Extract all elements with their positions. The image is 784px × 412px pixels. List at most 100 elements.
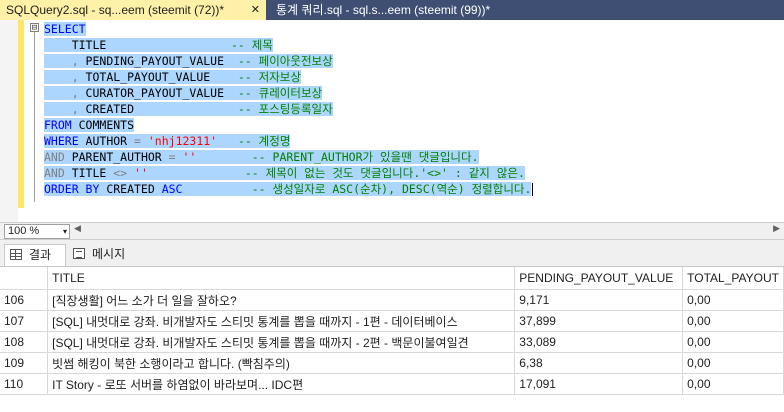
cell-title[interactable]: 빗썸 해킹이 북한 소행이라고 합니다. (빡침주의) (47, 352, 516, 374)
table-row[interactable]: 108 [SQL] 내멋대로 강좌. 비개발자도 스티밋 통계를 뽑을 때까지 … (0, 331, 784, 353)
cell-pending-payout[interactable]: 37,899 (514, 310, 684, 332)
table-row[interactable]: 106 [직장생활] 어느 소가 더 일을 잘하오? 9,171 0,00 (0, 289, 784, 311)
code-token: <> (113, 166, 135, 180)
row-number[interactable]: 109 (0, 352, 49, 374)
column-header-rownum[interactable] (0, 267, 49, 290)
code-token: PARENT_AUTHOR (71, 150, 169, 164)
selection-highlight: AND PARENT_AUTHOR = '' -- PARENT_AUTHOR가… (44, 150, 479, 164)
cell-total-payout[interactable]: 0,00 (682, 310, 784, 332)
code-token: SELECT (44, 22, 86, 36)
cell-title[interactable]: [SQL] 내멋대로 강좌. 비개발자도 스티밋 통계를 뽑을 때까지 - 1편… (47, 310, 516, 332)
code-area[interactable]: SELECT TITLE -- 제목 , PENDING_PAYOUT_VALU… (44, 21, 534, 197)
code-token: CREATED (85, 102, 238, 116)
table-row[interactable]: 109 빗썸 해킹이 북한 소행이라고 합니다. (빡침주의) 6,38 0,0… (0, 352, 784, 374)
grid-icon (10, 249, 22, 260)
zoom-dropdown[interactable]: 100 % ▾ (4, 224, 70, 239)
selection-highlight: , TOTAL_PAYOUT_VALUE -- 저자보상 (44, 70, 301, 84)
code-line[interactable]: AND TITLE <> '' -- 제목이 없는 것도 댓글입니다.'<>' … (44, 165, 533, 181)
cell-title[interactable]: [직장생활] 어느 소가 더 일을 잘하오? (47, 289, 516, 311)
tab-results-label: 결과 (29, 248, 52, 262)
code-token: '' (134, 166, 148, 180)
table-row[interactable]: 110 IT Story - 로또 서버를 하염없이 바라보며... IDC편 … (0, 373, 784, 395)
column-header-total-payout[interactable]: TOTAL_PAYOUT (682, 267, 784, 290)
code-token: TITLE (44, 38, 231, 52)
code-token: , (44, 54, 86, 68)
cell-pending-payout[interactable]: 33,089 (514, 331, 684, 353)
cell-title[interactable]: IT Story - 로또 서버를 하염없이 바라보며... IDC편 (47, 373, 516, 395)
row-number[interactable]: 106 (0, 289, 49, 311)
tab-sqlquery2[interactable]: SQLQuery2.sql - sq...eem (steemit (72))*… (0, 0, 266, 20)
cell-pending-payout[interactable]: 6,38 (514, 352, 684, 374)
sql-editor[interactable]: ⊟ SELECT TITLE -- 제목 , PENDING_PAYOUT_VA… (0, 20, 784, 222)
editor-status-strip: 100 % ▾ ◀ ▶ (0, 222, 784, 240)
cell-total-payout[interactable]: 0,00 (682, 331, 784, 353)
results-grid[interactable]: TITLE PENDING_PAYOUT_VALUE TOTAL_PAYOUT … (0, 266, 784, 412)
outline-line (34, 32, 35, 202)
code-line[interactable]: , CURATOR_PAYOUT_VALUE -- 큐레이터보상 (44, 85, 533, 101)
code-line[interactable]: WHERE AUTHOR = 'nhj12311' -- 계정명 (44, 133, 533, 149)
close-icon[interactable]: ✕ (251, 0, 260, 20)
tab-stats-query-label: 통계 쿼리.sql - sql.s...eem (steemit (99))* (276, 3, 491, 17)
tab-stats-query[interactable]: 통계 쿼리.sql - sql.s...eem (steemit (99))* (270, 0, 510, 20)
tab-results[interactable]: 결과 (4, 244, 66, 266)
column-header-title[interactable]: TITLE (47, 267, 516, 290)
code-token: CREATED (106, 182, 162, 196)
cell-total-payout[interactable]: 0,00 (682, 352, 784, 374)
code-token: WHERE (44, 134, 86, 148)
cell-pending-payout[interactable]: 17,091 (514, 373, 684, 395)
code-line[interactable]: FROM COMMENTS (44, 117, 533, 133)
cell-pending-payout[interactable]: 9,171 (514, 289, 684, 311)
cell-total-payout[interactable]: 0,00 (682, 289, 784, 311)
collapse-icon[interactable]: ⊟ (30, 23, 39, 33)
scroll-left-icon[interactable]: ◀ (74, 224, 81, 234)
code-line[interactable]: ORDER BY CREATED ASC -- 생성일자로 ASC(순차), D… (44, 181, 534, 197)
column-header-pending-payout[interactable]: PENDING_PAYOUT_VALUE (514, 267, 684, 290)
text-caret (532, 183, 534, 196)
row-number[interactable]: 108 (0, 331, 49, 353)
tab-messages[interactable]: 메시지 (68, 244, 138, 266)
code-token: -- 저자보상 (237, 70, 301, 84)
code-line[interactable]: AND PARENT_AUTHOR = '' -- PARENT_AUTHOR가… (44, 149, 533, 165)
row-number[interactable]: 110 (0, 373, 49, 395)
code-token: , (44, 70, 86, 84)
scroll-right-icon[interactable]: ▶ (773, 224, 780, 234)
code-line[interactable]: , CREATED -- 포스팅등록일자 (44, 101, 533, 117)
selection-highlight: AND TITLE <> '' -- 제목이 없는 것도 댓글입니다.'<>' … (44, 166, 525, 180)
code-line[interactable]: , PENDING_PAYOUT_VALUE -- 페이아웃전보상 (44, 53, 533, 69)
code-token: 'nhj12311' (147, 134, 218, 148)
code-token: -- 생성일자로 ASC(순차), DESC(역순) 정렬합니다. (251, 182, 532, 196)
code-token: AND (44, 166, 72, 180)
code-token: AND (44, 150, 72, 164)
code-token: -- 페이아웃전보상 (237, 54, 333, 68)
selection-highlight: TITLE -- 제목 (44, 38, 273, 52)
code-line[interactable]: SELECT (44, 21, 533, 37)
code-token: FROM (44, 118, 79, 132)
cell-total-payout[interactable]: 0,00 (682, 373, 784, 395)
code-token: -- 큐레이터보상 (237, 86, 323, 100)
code-token: -- PARENT_AUTHOR가 있을땐 댓글입니다. (251, 150, 479, 164)
code-token: AUTHOR (85, 134, 135, 148)
tab-sqlquery2-label: SQLQuery2.sql - sq...eem (steemit (72))* (6, 3, 225, 17)
cell-title[interactable]: [SQL] 내멋대로 강좌. 비개발자도 스티밋 통계를 뽑을 때까지 - 2편… (47, 331, 516, 353)
tab-messages-label: 메시지 (92, 247, 126, 261)
code-token: , (44, 86, 86, 100)
code-token: ASC (161, 182, 183, 196)
code-token: -- 계정명 (237, 134, 291, 148)
table-row[interactable]: 107 [SQL] 내멋대로 강좌. 비개발자도 스티밋 통계를 뽑을 때까지 … (0, 310, 784, 332)
code-token: TOTAL_PAYOUT_VALUE (85, 70, 238, 84)
code-token: , (44, 102, 86, 116)
selection-highlight: , PENDING_PAYOUT_VALUE -- 페이아웃전보상 (44, 54, 333, 68)
code-token: -- 포스팅등록일자 (237, 102, 333, 116)
code-line[interactable]: TITLE -- 제목 (44, 37, 533, 53)
change-tracking-bar (18, 20, 24, 208)
row-number[interactable]: 107 (0, 310, 49, 332)
selection-highlight: , CURATOR_PAYOUT_VALUE -- 큐레이터보상 (44, 86, 323, 100)
code-line[interactable]: , TOTAL_PAYOUT_VALUE -- 저자보상 (44, 69, 533, 85)
code-token: -- 제목이 없는 것도 댓글입니다.'<>' : 같지 않은. (244, 166, 525, 180)
selection-highlight: ORDER BY CREATED ASC -- 생성일자로 ASC(순차), D… (44, 182, 532, 196)
code-token: -- 제목 (230, 38, 273, 52)
message-icon (73, 248, 85, 259)
